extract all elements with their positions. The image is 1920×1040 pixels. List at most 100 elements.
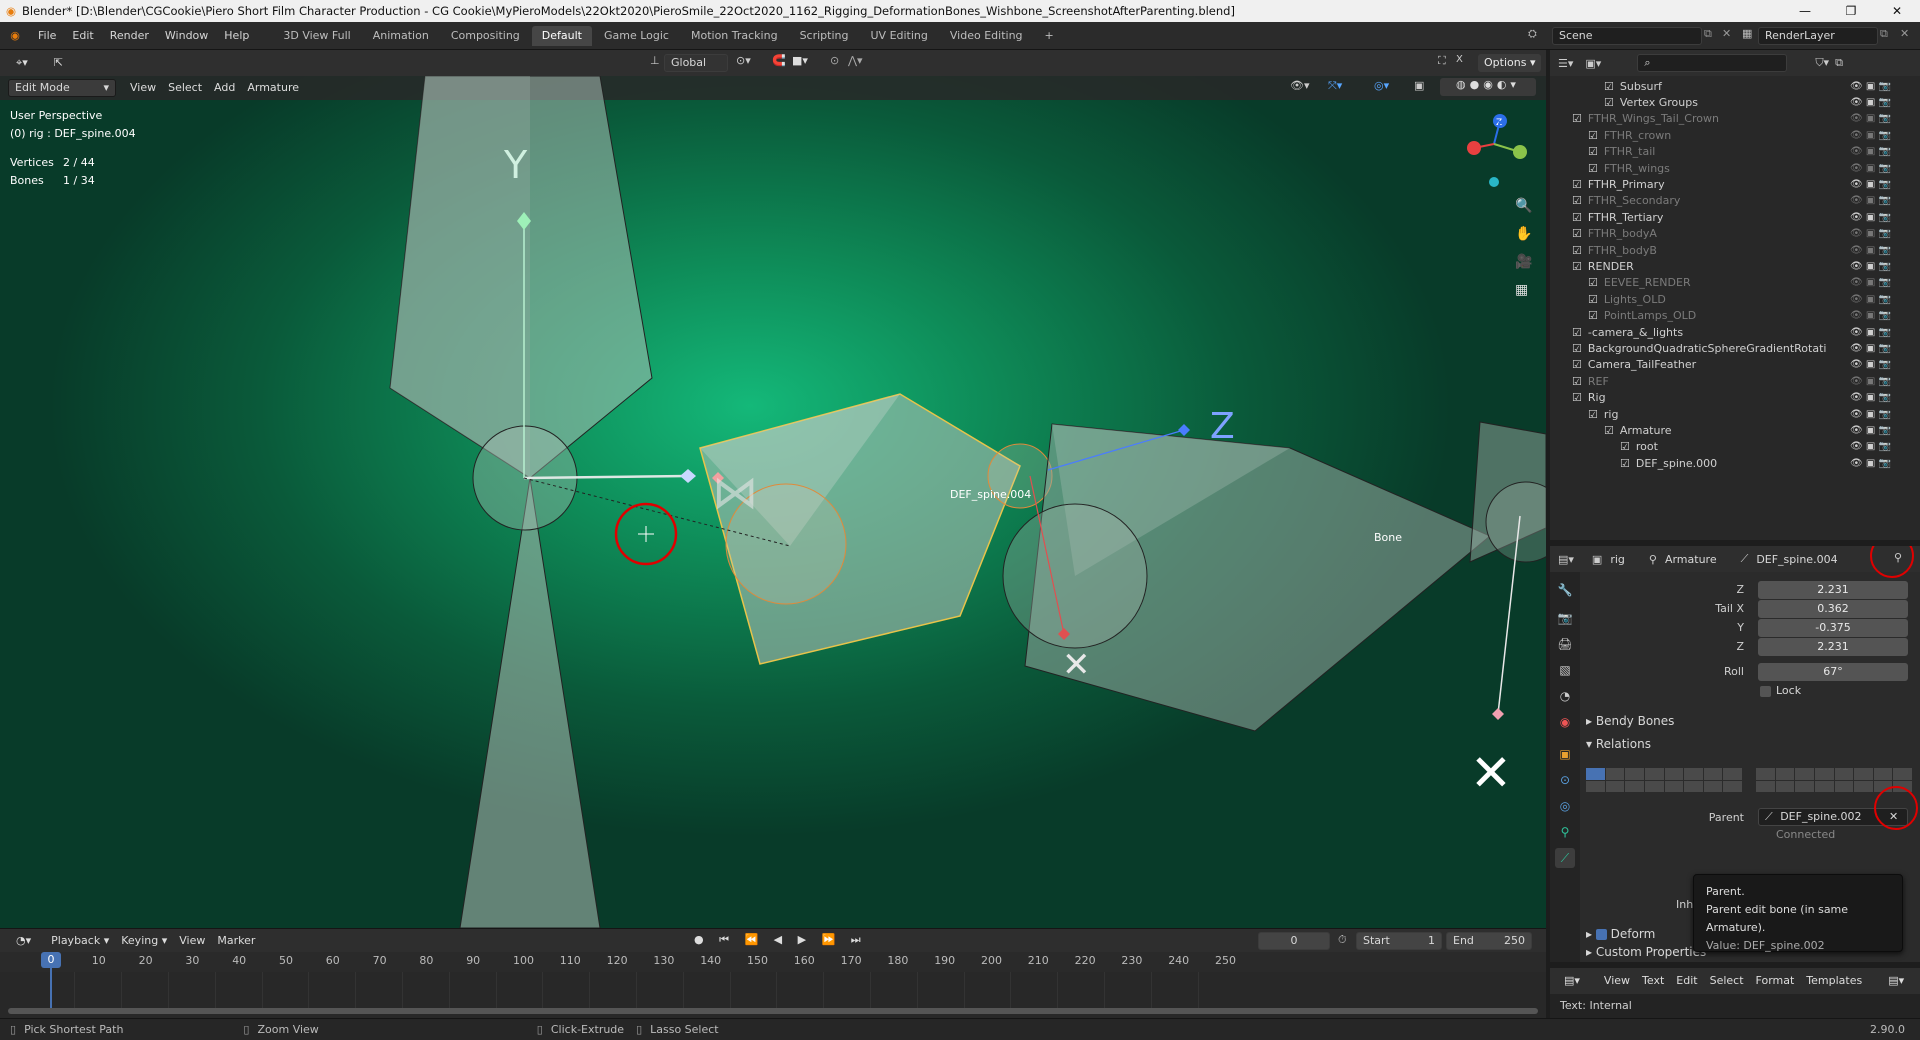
bone-layer-toggle[interactable] [1586, 780, 1605, 792]
breadcrumb-rig[interactable]: rig [1610, 553, 1625, 566]
select-tool-icon[interactable]: ⇱ [48, 54, 69, 72]
bone-tab-icon[interactable]: ⟋ [1555, 848, 1575, 868]
remove-layer-icon[interactable]: ✕ [1900, 27, 1909, 40]
roll-field[interactable]: 67° [1758, 663, 1908, 681]
bone-layer-toggle[interactable] [1756, 780, 1775, 792]
visibility-toggles-icon[interactable]: 👁 ▣ 📷 [1850, 376, 1891, 387]
timeline-ruler[interactable]: 0 10 20 30 40 50 60 70 80 90 100 110 120 130 140 150 160… [0, 952, 1546, 972]
bone-layer-toggle[interactable] [1684, 780, 1703, 792]
menu-tl-view[interactable]: View [173, 932, 211, 950]
checkbox-icon[interactable]: ☑ [1588, 408, 1598, 421]
visibility-toggles-icon[interactable]: 👁 ▣ 📷 [1850, 146, 1891, 157]
checkbox-icon[interactable]: ☑ [1588, 129, 1598, 142]
outliner-row[interactable]: ☑ DEF_spine.000 👁 ▣ 📷 [1550, 453, 1920, 473]
te-menu-templates[interactable]: Templates [1800, 972, 1868, 990]
bone-layer-toggle[interactable] [1756, 768, 1775, 780]
breadcrumb-armature[interactable]: Armature [1665, 553, 1717, 566]
bone-layer-toggle[interactable] [1723, 780, 1742, 792]
tab-motion-tracking[interactable]: Motion Tracking [681, 26, 788, 46]
bone-layer-toggle[interactable] [1664, 780, 1684, 792]
checkbox-icon[interactable]: ☑ [1572, 326, 1582, 339]
checkbox-icon[interactable]: ☑ [1588, 276, 1598, 289]
checkbox-icon[interactable]: ☑ [1620, 440, 1630, 453]
deform-checkbox[interactable] [1595, 929, 1607, 940]
tail-y-field[interactable]: -0.375 [1758, 619, 1908, 637]
visibility-toggles-icon[interactable]: 👁 ▣ 📷 [1850, 261, 1891, 272]
remove-scene-icon[interactable]: ✕ [1722, 27, 1731, 40]
checkbox-icon[interactable]: ☑ [1572, 260, 1582, 273]
relations-panel[interactable]: ▾ Relations [1586, 737, 1651, 751]
minimize-button[interactable]: — [1782, 0, 1828, 22]
tab-game-logic[interactable]: Game Logic [594, 26, 679, 46]
blender-menu-icon[interactable]: ◉ [0, 29, 30, 42]
bendy-bones-panel[interactable]: ▸ Bendy Bones [1586, 714, 1674, 728]
bone-layer-toggle[interactable] [1854, 780, 1873, 792]
te-menu-view[interactable]: View [1598, 972, 1636, 990]
checkbox-icon[interactable]: ☑ [1604, 424, 1614, 437]
te-menu-select[interactable]: Select [1704, 972, 1750, 990]
text-editor-icon[interactable]: ▤▾ [1558, 972, 1586, 990]
world-tab-icon[interactable]: ◉ [1555, 712, 1575, 732]
visibility-toggles-icon[interactable]: 👁 ▣ 📷 [1850, 212, 1891, 223]
checkbox-icon[interactable]: ☑ [1588, 293, 1598, 306]
visibility-toggles-icon[interactable]: 👁 ▣ 📷 [1850, 441, 1891, 452]
visibility-toggles-icon[interactable]: 👁 ▣ 📷 [1850, 425, 1891, 436]
bone-layer-toggle[interactable] [1795, 768, 1814, 780]
menu-window[interactable]: Window [157, 22, 216, 50]
visibility-toggles-icon[interactable]: 👁 ▣ 📷 [1850, 228, 1891, 239]
checkbox-icon[interactable]: ☑ [1572, 112, 1582, 125]
tab-video-editing[interactable]: Video Editing [940, 26, 1033, 46]
bone-layer-toggle[interactable] [1795, 780, 1814, 792]
bone-layer-toggle[interactable] [1664, 768, 1684, 780]
tab-compositing[interactable]: Compositing [441, 26, 530, 46]
checkbox-icon[interactable]: ☑ [1620, 457, 1630, 470]
new-collection-icon[interactable]: ⧉ [1835, 56, 1843, 70]
tool-tab-icon[interactable]: 🔧 [1555, 580, 1575, 600]
modifier-tab-icon[interactable]: ⊙ [1555, 770, 1575, 790]
menu-playback[interactable]: Playback ▾ [45, 932, 115, 950]
snap-icon[interactable]: 🧲 [772, 54, 786, 67]
lock-checkbox[interactable] [1760, 686, 1771, 697]
checkbox-icon[interactable]: ☑ [1572, 227, 1582, 240]
3d-viewport[interactable]: Edit Mode ▾ View Select Add Armature 👁▾ ⤧… [0, 76, 1546, 928]
bone-layer-toggle[interactable] [1873, 768, 1893, 780]
checkbox-icon[interactable]: ☑ [1572, 211, 1582, 224]
te-menu-text[interactable]: Text [1636, 972, 1670, 990]
visibility-toggles-icon[interactable]: 👁 ▣ 📷 [1850, 458, 1891, 469]
visibility-toggles-icon[interactable]: 👁 ▣ 📷 [1850, 343, 1891, 354]
xray-x-icon[interactable]: X [1456, 54, 1463, 65]
checkbox-icon[interactable]: ☑ [1604, 80, 1614, 93]
zoom-icon[interactable]: 🔍 [1515, 198, 1532, 214]
properties-editor-icon[interactable]: ▤▾ [1558, 553, 1574, 566]
bone-layer-toggle[interactable] [1775, 780, 1795, 792]
connected-label[interactable]: Connected [1776, 828, 1835, 841]
playhead-frame[interactable]: 0 [41, 952, 61, 968]
bone-layers-left[interactable] [1586, 768, 1742, 792]
stopwatch-icon[interactable]: ⏱ [1338, 933, 1347, 947]
bone-layer-toggle[interactable] [1893, 768, 1912, 780]
display-mode-icon[interactable]: ▣▾ [1585, 57, 1601, 70]
checkbox-icon[interactable]: ☑ [1588, 162, 1598, 175]
pivot-icon[interactable]: ⊙▾ [736, 54, 751, 67]
visibility-toggles-icon[interactable]: 👁 ▣ 📷 [1850, 310, 1891, 321]
bone-layer-toggle[interactable] [1586, 768, 1605, 780]
custom-properties-panel[interactable]: ▸ Custom Properties [1586, 945, 1706, 959]
visibility-toggles-icon[interactable]: 👁 ▣ 📷 [1850, 409, 1891, 420]
text-editor-body[interactable]: Text: Internal [1550, 994, 1920, 1018]
text-browse-icon[interactable]: ▤▾ [1882, 972, 1910, 990]
visibility-toggles-icon[interactable]: 👁 ▣ 📷 [1850, 163, 1891, 174]
checkbox-icon[interactable]: ☑ [1572, 194, 1582, 207]
visibility-toggles-icon[interactable]: 👁 ▣ 📷 [1850, 359, 1891, 370]
visibility-toggles-icon[interactable]: 👁 ▣ 📷 [1850, 179, 1891, 190]
breadcrumb-bone[interactable]: DEF_spine.004 [1756, 553, 1837, 566]
tab-scripting[interactable]: Scripting [790, 26, 859, 46]
tail-z-field[interactable]: 2.231 [1758, 638, 1908, 656]
checkbox-icon[interactable]: ☑ [1604, 96, 1614, 109]
deform-panel[interactable]: ▸ Deform [1586, 927, 1655, 941]
render-layer-selector[interactable]: RenderLayer [1758, 27, 1878, 45]
xray-toggle-icon[interactable]: ⛶ [1438, 54, 1446, 68]
visibility-toggles-icon[interactable]: 👁 ▣ 📷 [1850, 294, 1891, 305]
end-frame-field[interactable]: End 250 [1446, 932, 1532, 950]
add-workspace-button[interactable]: + [1035, 26, 1064, 46]
tail-x-field[interactable]: 0.362 [1758, 600, 1908, 618]
